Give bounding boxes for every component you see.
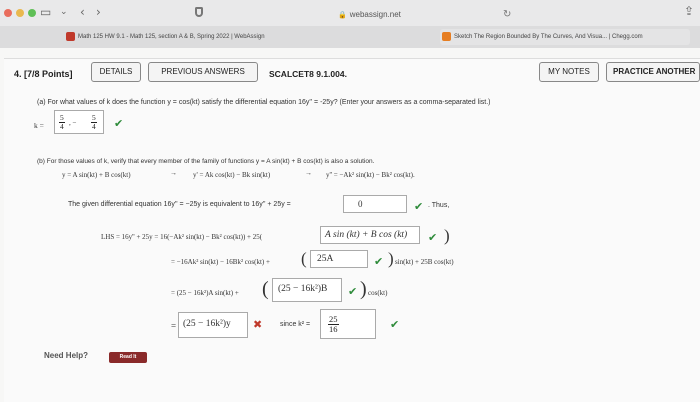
part-a-prompt: (a) For what values of k does the functi… bbox=[37, 99, 491, 106]
question-points: [7/8 Points] bbox=[24, 69, 73, 79]
need-help-label: Need Help? bbox=[44, 351, 89, 360]
k-label: k = bbox=[34, 121, 44, 130]
opening-paren: ( bbox=[262, 278, 269, 300]
arrow-icon: → bbox=[305, 170, 312, 177]
tab-bar: Math 125 HW 9.1 - Math 125, section A & … bbox=[0, 26, 700, 48]
practice-another-button[interactable]: PRACTICE ANOTHER bbox=[606, 62, 700, 82]
row4-answer-field[interactable]: (25 − 16k²)y bbox=[178, 312, 248, 338]
equivalence-answer: 0 bbox=[358, 199, 363, 209]
back-icon[interactable]: ‹ bbox=[80, 5, 85, 19]
row3-answer: (25 − 16k²)B bbox=[278, 284, 328, 294]
zoom-window-button[interactable] bbox=[28, 9, 36, 17]
tab-label: Sketch The Region Bounded By The Curves,… bbox=[454, 34, 643, 40]
answer-fraction-1: 5 4 bbox=[59, 114, 65, 131]
lhs-expression: LHS = 16y'' + 25y = 16(−Ak² sin(kt) − Bk… bbox=[101, 233, 263, 241]
fraction-denominator: 4 bbox=[60, 122, 64, 131]
closing-paren: ) bbox=[444, 226, 450, 245]
thus-text: . Thus, bbox=[428, 202, 450, 209]
my-notes-button[interactable]: MY NOTES bbox=[539, 62, 599, 82]
chegg-favicon-icon bbox=[442, 32, 451, 41]
url-text: webassign.net bbox=[349, 10, 401, 19]
question-source: SCALCET8 9.1.004. bbox=[269, 69, 347, 79]
equivalence-answer-field[interactable]: 0 bbox=[343, 195, 407, 213]
tab-chegg[interactable]: Sketch The Region Bounded By The Curves,… bbox=[440, 29, 690, 45]
answer-separator: , − bbox=[69, 119, 77, 127]
reload-icon[interactable]: ↻ bbox=[503, 9, 511, 20]
since-text: since k² = bbox=[280, 321, 311, 328]
closing-paren: ) bbox=[388, 249, 394, 268]
row2-expression: = −16Ak² sin(kt) − 16Bk² cos(kt) + bbox=[171, 258, 270, 266]
tab-webassign[interactable]: Math 125 HW 9.1 - Math 125, section A & … bbox=[64, 29, 294, 45]
forward-icon[interactable]: › bbox=[96, 5, 101, 19]
incorrect-x-icon: ✖ bbox=[253, 318, 263, 331]
correct-check-icon: ✔ bbox=[428, 231, 438, 244]
correct-check-icon: ✔ bbox=[114, 117, 124, 130]
row2-answer-field[interactable]: 25A bbox=[310, 250, 368, 268]
webassign-favicon-icon bbox=[66, 32, 75, 41]
row2-answer: 25A bbox=[317, 254, 334, 264]
fraction-denominator: 16 bbox=[329, 324, 338, 334]
derivative-line-2: y' = Ak cos(kt) − Bk sin(kt) bbox=[193, 171, 271, 179]
browser-toolbar: ▭ ⌄ ‹ › 🔒 webassign.net ↻ ⇪ bbox=[0, 0, 700, 26]
tab-label: Math 125 HW 9.1 - Math 125, section A & … bbox=[78, 34, 265, 40]
address-bar[interactable]: 🔒 webassign.net bbox=[338, 10, 401, 19]
correct-check-icon: ✔ bbox=[348, 285, 358, 298]
previous-answers-button[interactable]: PREVIOUS ANSWERS bbox=[148, 62, 258, 82]
close-window-button[interactable] bbox=[4, 9, 12, 17]
row4-answer: (25 − 16k²)y bbox=[183, 319, 231, 329]
row4-equals: = bbox=[171, 321, 177, 331]
minimize-window-button[interactable] bbox=[16, 9, 24, 17]
correct-check-icon: ✔ bbox=[414, 200, 424, 213]
since-fraction: 25 16 bbox=[328, 315, 339, 334]
opening-paren: ( bbox=[301, 249, 307, 268]
closing-paren: ) bbox=[360, 278, 367, 300]
share-icon[interactable]: ⇪ bbox=[684, 4, 694, 18]
question-number: 4. bbox=[14, 69, 22, 79]
question-header: 4. [7/8 Points] bbox=[14, 69, 73, 79]
row3-expression: = (25 − 16k²)A sin(kt) + bbox=[171, 289, 239, 297]
part-b-prompt: (b) For those values of k, verify that e… bbox=[37, 158, 375, 165]
read-it-button[interactable]: Read It bbox=[109, 352, 147, 363]
answer-fraction-2: 5 4 bbox=[91, 114, 97, 131]
chevron-down-icon[interactable]: ⌄ bbox=[60, 7, 68, 17]
lhs-answer-field[interactable]: A sin (kt) + B cos (kt) bbox=[320, 226, 420, 244]
arrow-icon: → bbox=[170, 170, 177, 177]
part-a-answer-field[interactable]: 5 4 , − 5 4 bbox=[54, 110, 104, 134]
lock-icon: 🔒 bbox=[338, 12, 347, 19]
since-answer-field[interactable]: 25 16 bbox=[320, 309, 376, 339]
lhs-answer: A sin (kt) + B cos (kt) bbox=[325, 230, 408, 240]
fraction-denominator: 4 bbox=[92, 122, 96, 131]
correct-check-icon: ✔ bbox=[390, 318, 400, 331]
details-button[interactable]: DETAILS bbox=[91, 62, 141, 82]
correct-check-icon: ✔ bbox=[374, 255, 384, 268]
row3-tail: cos(kt) bbox=[368, 289, 388, 297]
row2-tail: sin(kt) + 25B cos(kt) bbox=[395, 258, 454, 266]
derivative-line-3: y'' = −Ak² sin(kt) − Bk² cos(kt). bbox=[326, 171, 415, 179]
row3-answer-field[interactable]: (25 − 16k²)B bbox=[272, 278, 342, 302]
sidebar-icon[interactable]: ▭ bbox=[40, 5, 51, 19]
derivative-line-1: y = A sin(kt) + B cos(kt) bbox=[62, 171, 131, 179]
privacy-shield-icon[interactable] bbox=[195, 7, 203, 17]
equivalence-text: The given differential equation 16y'' = … bbox=[68, 201, 291, 208]
